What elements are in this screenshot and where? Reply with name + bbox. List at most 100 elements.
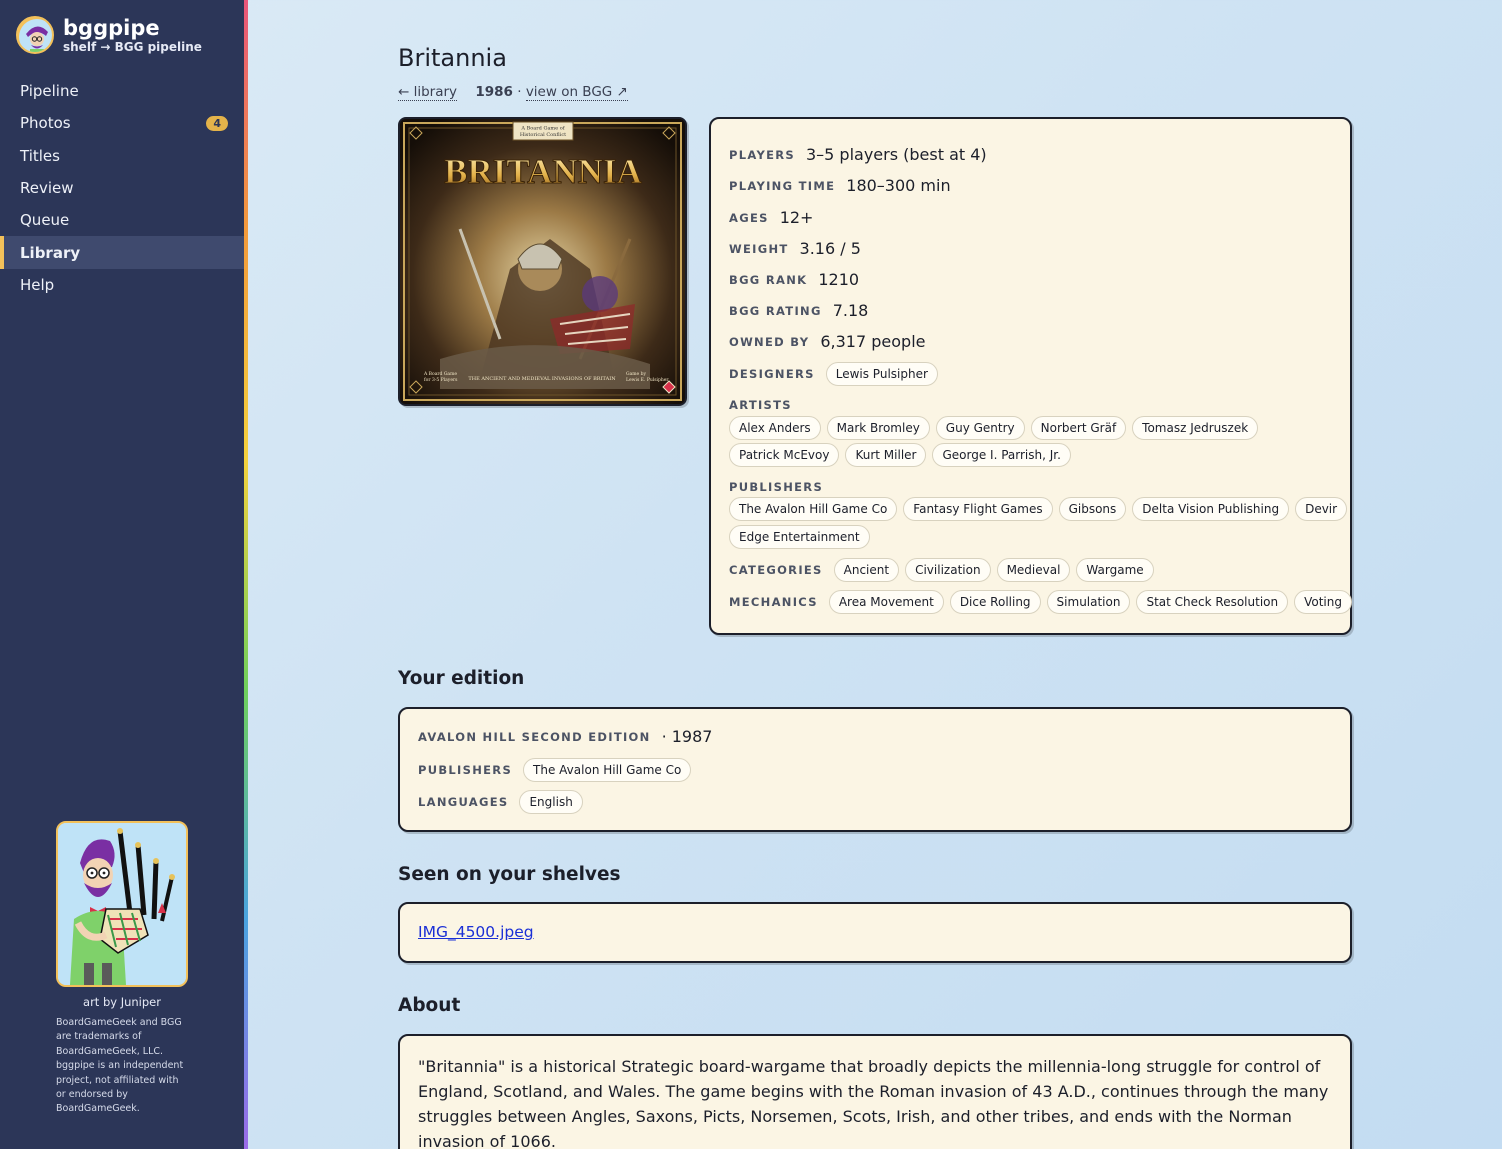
owned-by-row: OWNED BY 6,317 people [729,332,925,351]
brand[interactable]: bggpipe shelf → BGG pipeline [16,16,202,54]
publisher-chip[interactable]: Fantasy Flight Games [903,497,1053,521]
nav-item-help[interactable]: Help [0,269,244,301]
cover-text: Lewis E. Pulsipher [626,377,669,383]
artist-chip[interactable]: Norbert Gräf [1030,416,1127,440]
cover-banner-text: A Board Game of [520,126,565,132]
breadcrumb-separator: · [517,84,522,100]
about-description: "Britannia" is a historical Strategic bo… [418,1057,1329,1149]
publisher-chip[interactable]: The Avalon Hill Game Co [729,497,898,521]
ages-label: AGES [729,210,769,225]
ages-row: AGES 12+ [729,208,813,227]
about-card: "Britannia" is a historical Strategic bo… [398,1034,1352,1149]
language-chip[interactable]: English [519,790,583,814]
artist-chip[interactable]: Kurt Miller [845,443,927,467]
cover-text: Game by [626,371,647,377]
bgg-rating-value: 7.18 [832,301,869,320]
nav-item-library[interactable]: Library [0,236,244,270]
categories-label: CATEGORIES [729,563,823,577]
owned-by-label: OWNED BY [729,334,810,349]
cover-title: BRITANNIA [444,152,642,191]
release-year: 1986 [475,84,513,100]
publishers-label-row: PUBLISHERS [729,480,834,494]
mechanics-row: MECHANICS Area Movement Dice Rolling Sim… [729,590,1352,614]
artists-label-row: ARTISTS [729,398,803,412]
nav-item-review[interactable]: Review [0,172,244,204]
edition-publisher-chip[interactable]: The Avalon Hill Game Co [523,758,692,782]
bgg-rating-row: BGG RATING 7.18 [729,301,868,320]
category-chip[interactable]: Civilization [905,558,991,582]
designers-row: DESIGNERS Lewis Pulsipher [729,362,938,386]
nav-item-titles[interactable]: Titles [0,140,244,172]
categories-row: CATEGORIES Ancient Civilization Medieval… [729,558,1154,582]
breadcrumb: ← library 1986 · view on BGG ↗ [398,84,628,101]
nav-item-label: Photos [20,114,71,133]
mechanic-chip[interactable]: Stat Check Resolution [1136,590,1289,614]
publisher-chip[interactable]: Delta Vision Publishing [1132,497,1290,521]
mascot-avatar [16,16,54,54]
artist-chip[interactable]: Tomasz Jedruszek [1132,416,1259,440]
playing-time-row: PLAYING TIME 180–300 min [729,176,951,195]
publishers-row-1: The Avalon Hill Game Co Fantasy Flight G… [729,497,1348,521]
nav-item-label: Queue [20,211,70,230]
bgg-rank-value: 1210 [818,270,860,289]
photos-count-badge: 4 [206,115,228,131]
nav-item-queue[interactable]: Queue [0,204,244,236]
artist-chip[interactable]: Alex Anders [729,416,821,440]
artists-label: ARTISTS [729,398,792,412]
about-heading: About [398,995,461,1016]
art-credit: art by Juniper [83,995,161,1009]
players-label: PLAYERS [729,147,795,162]
edition-publishers-row: PUBLISHERS The Avalon Hill Game Co [418,758,692,782]
publishers-label: PUBLISHERS [729,480,824,494]
mascot-illustration [56,821,188,987]
edition-year: · 1987 [661,727,713,746]
designer-chip[interactable]: Lewis Pulsipher [825,362,938,386]
game-details-card: PLAYERS 3–5 players (best at 4) PLAYING … [709,117,1352,635]
category-chip[interactable]: Ancient [833,558,900,582]
nav-item-label: Titles [20,146,60,165]
cover-text: A Board Game [423,371,457,377]
nav-item-pipeline[interactable]: Pipeline [0,75,244,107]
edition-languages-label: LANGUAGES [418,795,509,809]
app-name: bggpipe [63,16,160,40]
publisher-chip[interactable]: Gibsons [1058,497,1127,521]
edition-publishers-label: PUBLISHERS [418,763,513,777]
weight-row: WEIGHT 3.16 / 5 [729,239,861,258]
publisher-chip[interactable]: Edge Entertainment [729,525,870,549]
rainbow-divider [244,0,248,1149]
designers-label: DESIGNERS [729,367,815,381]
mechanic-chip[interactable]: Voting [1294,590,1352,614]
category-chip[interactable]: Medieval [996,558,1071,582]
cover-banner-text: Historical Conflict [520,132,566,138]
bgg-rank-row: BGG RANK 1210 [729,270,859,289]
playing-time-label: PLAYING TIME [729,178,836,193]
bgg-rank-label: BGG RANK [729,272,808,287]
back-to-library-link[interactable]: ← library [398,84,458,101]
artist-chip[interactable]: Guy Gentry [935,416,1025,440]
mechanic-chip[interactable]: Area Movement [828,590,944,614]
publisher-chip[interactable]: Devir [1295,497,1348,521]
artist-chip[interactable]: Mark Bromley [826,416,930,440]
weight-value: 3.16 / 5 [799,239,861,258]
box-cover-image: A Board Game of Historical Conflict BRIT… [398,117,687,406]
cover-subtitle: THE ANCIENT AND MEDIEVAL INVASIONS OF BR… [468,376,616,382]
sidebar: bggpipe shelf → BGG pipeline Pipeline Ph… [0,0,244,1149]
trademark-disclaimer: BoardGameGeek and BGG are trademarks of … [56,1017,184,1115]
view-on-bgg-link[interactable]: view on BGG ↗ [525,84,628,101]
bgg-rating-label: BGG RATING [729,303,822,318]
shelf-photo-link[interactable]: IMG_4500.jpeg [418,923,534,941]
edition-languages-row: LANGUAGES English [418,790,583,814]
artist-chip[interactable]: George I. Parrish, Jr. [932,443,1071,467]
mechanic-chip[interactable]: Dice Rolling [949,590,1041,614]
nav-item-photos[interactable]: Photos 4 [0,107,244,139]
category-chip[interactable]: Wargame [1076,558,1154,582]
mechanic-chip[interactable]: Simulation [1046,590,1131,614]
nav-item-label: Review [20,179,74,198]
cover-text: for 3-5 Players [424,377,458,383]
owned-by-value: 6,317 people [820,332,926,351]
edition-name-row: AVALON HILL SECOND EDITION · 1987 [418,727,712,746]
weight-label: WEIGHT [729,241,789,256]
playing-time-value: 180–300 min [846,176,951,195]
nav-item-label: Help [20,275,55,294]
artist-chip[interactable]: Patrick McEvoy [729,443,840,467]
